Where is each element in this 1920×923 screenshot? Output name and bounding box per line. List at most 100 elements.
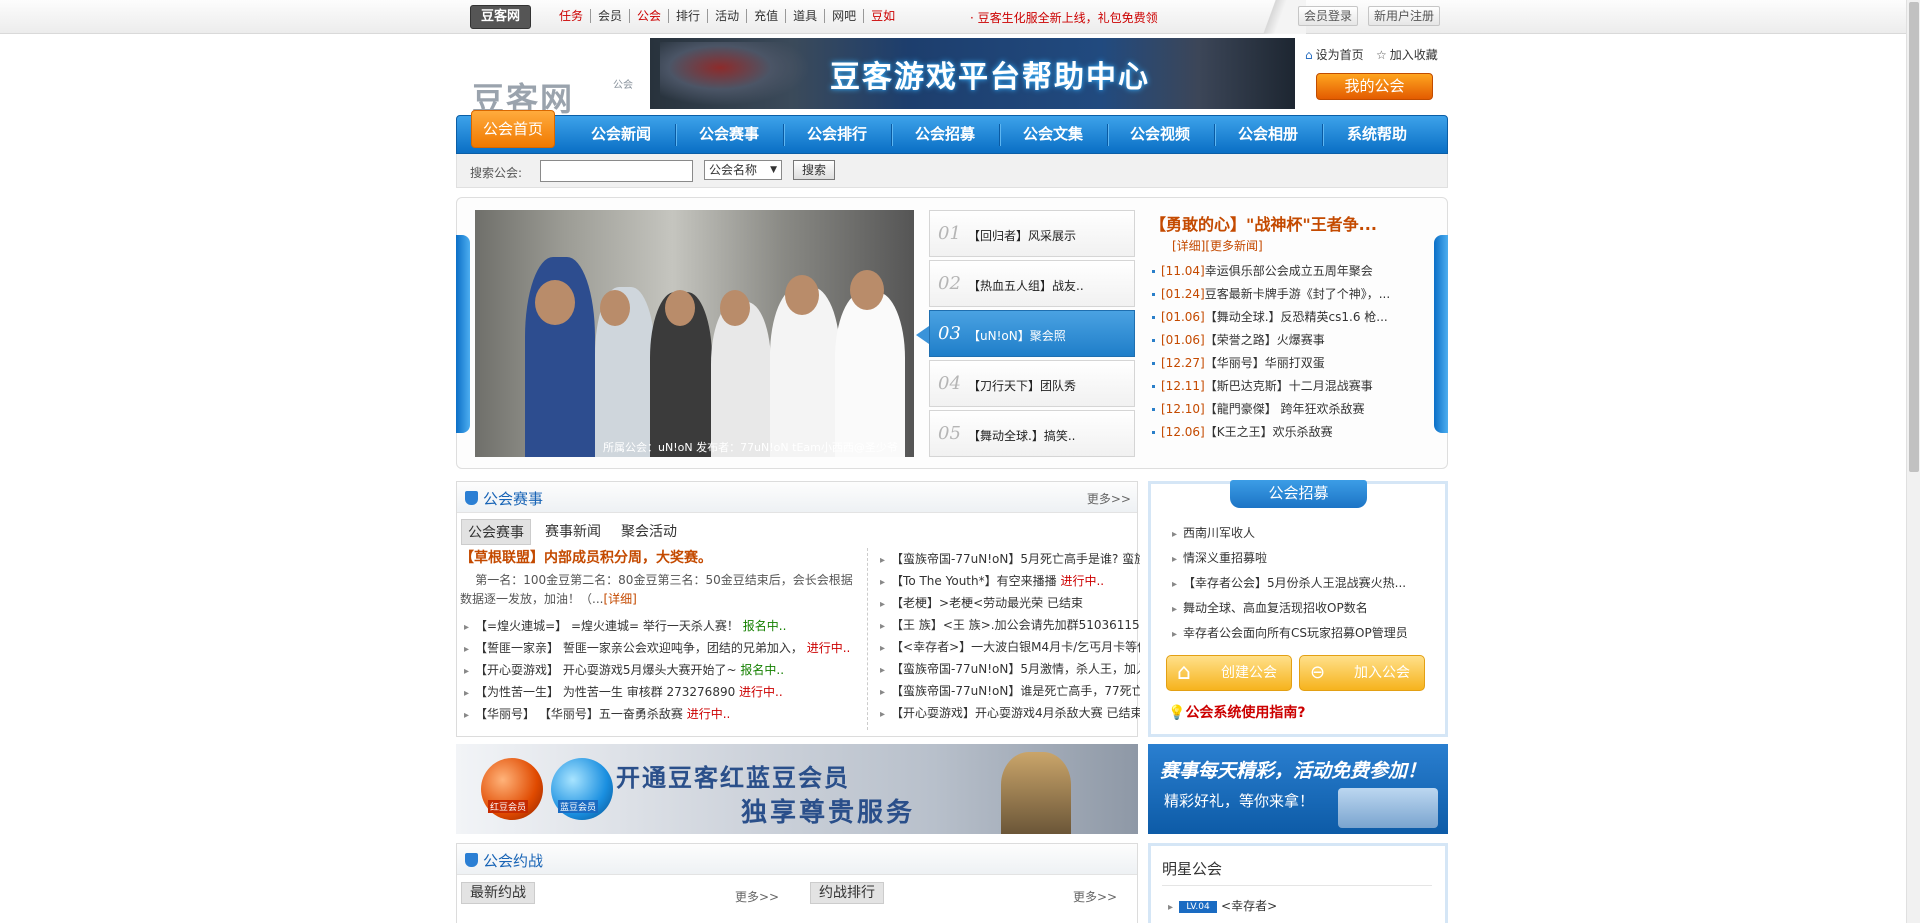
top-nav-task[interactable]: 任务: [552, 9, 592, 23]
news-item[interactable]: [01.06]【荣誉之路】火爆赛事: [1152, 331, 1325, 348]
slide-number: 04: [938, 373, 961, 394]
search-type-select[interactable]: 公会名称 ▼: [704, 160, 782, 180]
top-nav: 任务 会员 公会 排行 活动 充值 道具 网吧 豆如: [552, 9, 902, 23]
top-logo[interactable]: 豆客网: [470, 5, 531, 29]
scrollbar-thumb[interactable]: [1909, 2, 1919, 472]
news-date: [01.06]: [1161, 310, 1205, 324]
event-news-row[interactable]: 【王 族】<王 族>.加公会请先加群51036115哦: [880, 616, 1140, 633]
event-news-row[interactable]: 【<幸存者>】一大波白银M4月卡/乞丐月卡等你: [880, 638, 1140, 655]
war-ranking-more-link[interactable]: 更多>>: [1073, 888, 1117, 905]
events-detail-link[interactable]: [详细]: [603, 592, 636, 606]
focus-headline[interactable]: 【勇敢的心】"战神杯"王者争...: [1150, 211, 1377, 235]
event-guild: 【=煌火連城=】: [475, 619, 568, 633]
events-promo-banner[interactable]: 赛事每天精彩，活动免费参加！ 精彩好礼，等你来拿！: [1148, 744, 1448, 834]
event-news-row[interactable]: 【老梗】>老梗<劳动最光荣 已结束: [880, 594, 1140, 611]
featured-photo[interactable]: 所属公会：uN!oN 发布者：77uN!oN tEam小西西@圣少爷: [475, 210, 914, 457]
event-row[interactable]: 【开心耍游戏】 开心耍游戏5月爆头大赛开始了~ 报名中..: [464, 661, 784, 678]
nav-divider: [891, 124, 893, 146]
event-news-row[interactable]: 【开心耍游戏】开心耍游戏4月杀敌大赛 已结束: [880, 704, 1140, 721]
set-home-link[interactable]: ⌂ 设为首页: [1305, 46, 1364, 63]
top-nav-netbar[interactable]: 网吧: [825, 9, 865, 23]
top-nav-rank[interactable]: 排行: [669, 9, 709, 23]
event-news-row[interactable]: 【To The Youth*】有空来播播 进行中..: [880, 572, 1140, 589]
events-promo-line2: 精彩好礼，等你来拿！: [1164, 792, 1315, 810]
nav-system-help[interactable]: 系统帮助: [1327, 115, 1427, 154]
tab-war-ranking[interactable]: 约战排行: [810, 882, 884, 904]
event-row[interactable]: 【=煌火連城=】 =煌火連城= 举行一天杀人赛！ 报名中..: [464, 617, 786, 634]
top-nav-douru[interactable]: 豆如: [864, 9, 902, 23]
nav-guild-albums[interactable]: 公会相册: [1218, 115, 1318, 154]
recruit-item[interactable]: 幸存者公会面向所有CS玩家招募OP管理员: [1172, 624, 1408, 641]
tab-gatherings[interactable]: 聚会活动: [615, 519, 683, 545]
slide-title: 【热血五人组】战友..: [968, 279, 1084, 293]
event-row[interactable]: 【誓匪一家亲】 誓匪一家亲公会欢迎吨争，团结的兄弟加入， 进行中..: [464, 639, 850, 656]
news-date: [11.04]: [1161, 264, 1205, 278]
event-news-row[interactable]: 【蛮族帝国-77uN!oN】5月死亡高手是谁? 蛮族: [880, 550, 1140, 567]
headline-detail-links[interactable]: [详细][更多新闻]: [1172, 237, 1263, 254]
guild-war-panel: 公会约战: [456, 843, 1138, 923]
tab-latest-wars[interactable]: 最新约战: [461, 882, 535, 904]
slide-item[interactable]: 05 【舞动全球.】搞笑..: [929, 410, 1135, 457]
page-scrollbar[interactable]: [1906, 0, 1920, 923]
vip-membership-banner[interactable]: 红豆会员 蓝豆会员 开通豆客红蓝豆会员 独享尊贵服务: [456, 744, 1138, 834]
recruit-item[interactable]: 【幸存者公会】5月份杀人王混战赛火热...: [1172, 574, 1406, 591]
nav-guild-rank[interactable]: 公会排行: [787, 115, 887, 154]
nav-guild-articles[interactable]: 公会文集: [1003, 115, 1103, 154]
focus-next-tab[interactable]: [1434, 235, 1448, 433]
top-nav-guild[interactable]: 公会: [630, 9, 670, 23]
guild-guide-label: 公会系统使用指南?: [1185, 705, 1306, 721]
login-button[interactable]: 会员登录: [1298, 6, 1359, 26]
help-center-banner[interactable]: 豆客游戏平台帮助中心: [650, 38, 1295, 109]
news-item[interactable]: [01.06]【舞动全球.】反恐精英cs1.6 枪...: [1152, 308, 1388, 325]
top-nav-items[interactable]: 道具: [786, 9, 826, 23]
recruit-item[interactable]: 西南川军收人: [1172, 524, 1255, 541]
guild-search-input[interactable]: [540, 160, 693, 182]
nav-divider: [675, 124, 677, 146]
news-text: 【龍門豪傑】 跨年狂欢杀敌赛: [1204, 402, 1365, 416]
star-guild-item[interactable]: ▸ LV.04 <幸存者>: [1168, 897, 1277, 914]
event-row[interactable]: 【为性苦一生】 为性苦一生 审核群 273276890 进行中..: [464, 683, 783, 700]
tab-guild-events[interactable]: 公会赛事: [461, 519, 531, 545]
add-favorite-link[interactable]: ☆ 加入收藏: [1376, 46, 1438, 63]
join-guild-button[interactable]: ⊖ 加入公会: [1299, 655, 1425, 691]
nav-guild-recruit[interactable]: 公会招募: [895, 115, 995, 154]
slide-item-active[interactable]: 03 【uN!oN】聚会照: [929, 310, 1135, 357]
slide-item[interactable]: 04 【刀行天下】团队秀: [929, 360, 1135, 407]
recruit-item[interactable]: 舞动全球、高血复活现招收OP数名: [1172, 599, 1368, 616]
search-button[interactable]: 搜索: [793, 160, 835, 180]
news-text: 幸运俱乐部公会成立五周年聚会: [1204, 264, 1373, 278]
focus-prev-tab[interactable]: [456, 235, 470, 433]
news-item[interactable]: [12.27]【华丽号】华丽打双蛋: [1152, 354, 1325, 371]
latest-wars-more-link[interactable]: 更多>>: [735, 888, 779, 905]
top-nav-member[interactable]: 会员: [591, 9, 631, 23]
slide-item[interactable]: 01 【回归者】风采展示: [929, 210, 1135, 257]
events-headline[interactable]: 【草根联盟】内部成员积分周，大奖赛。: [460, 547, 712, 567]
news-item[interactable]: [12.06]【K王之王】欢乐杀敌赛: [1152, 423, 1333, 440]
create-guild-button[interactable]: ⌂ 创建公会: [1166, 655, 1292, 691]
event-row[interactable]: 【华丽号】 【华丽号】五一奋勇杀敌赛 进行中..: [464, 705, 730, 722]
nav-guild-news[interactable]: 公会新闻: [571, 115, 671, 154]
top-nav-activity[interactable]: 活动: [708, 9, 748, 23]
top-notice-link[interactable]: · 豆客生化服全新上线，礼包免费领: [970, 9, 1158, 26]
tab-event-news[interactable]: 赛事新闻: [539, 519, 607, 545]
top-nav-recharge[interactable]: 充值: [747, 9, 787, 23]
my-guild-button[interactable]: 我的公会: [1316, 73, 1433, 100]
event-status: 进行中..: [806, 641, 851, 655]
event-news-row[interactable]: 【蛮族帝国-77uN!oN】谁是死亡高手，77死亡: [880, 682, 1140, 699]
event-status: 进行中..: [686, 707, 731, 721]
nav-guild-home[interactable]: 公会首页: [471, 110, 555, 148]
nav-guild-videos[interactable]: 公会视频: [1110, 115, 1210, 154]
event-news-row[interactable]: 【蛮族帝国-77uN!oN】5月激情，杀人王，加入: [880, 660, 1140, 677]
guild-guide-link[interactable]: 💡公会系统使用指南?: [1168, 702, 1306, 722]
news-item[interactable]: [12.10]【龍門豪傑】 跨年狂欢杀敌赛: [1152, 400, 1365, 417]
news-item[interactable]: [01.24]豆客最新卡牌手游《封了个神》，...: [1152, 285, 1390, 302]
event-text: 为性苦一生 审核群 273276890: [562, 685, 736, 699]
set-home-label: 设为首页: [1315, 48, 1364, 62]
news-item[interactable]: [11.04]幸运俱乐部公会成立五周年聚会: [1152, 262, 1373, 279]
nav-guild-events[interactable]: 公会赛事: [679, 115, 779, 154]
register-button[interactable]: 新用户注册: [1368, 6, 1441, 26]
events-more-link[interactable]: 更多>>: [1087, 490, 1131, 507]
recruit-item[interactable]: 情深义重招募啦: [1172, 549, 1267, 566]
slide-item[interactable]: 02 【热血五人组】战友..: [929, 260, 1135, 307]
news-item[interactable]: [12.11]【斯巴达克斯】十二月混战赛事: [1152, 377, 1373, 394]
